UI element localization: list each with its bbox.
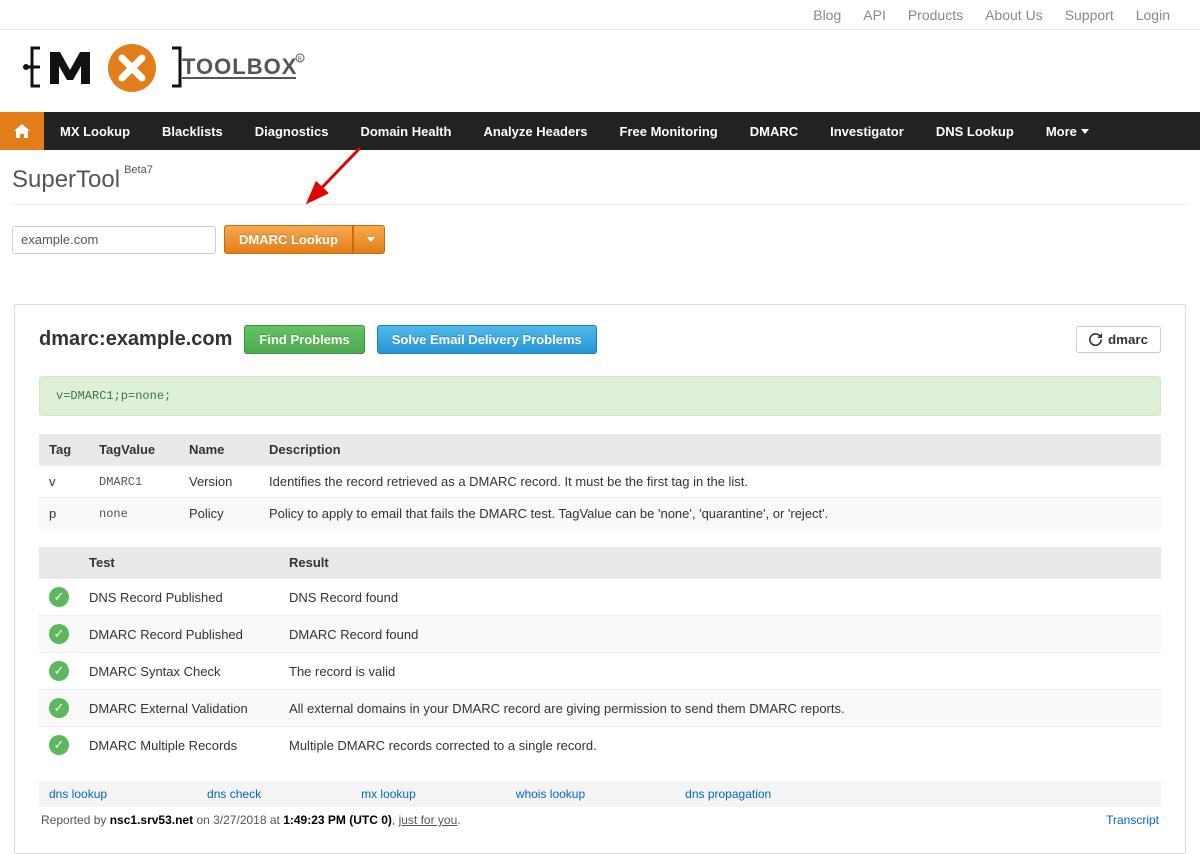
dmarc-record-box: v=DMARC1;p=none;: [39, 376, 1161, 416]
search-row: DMARC Lookup: [0, 215, 1200, 264]
link-dns-propagation[interactable]: dns propagation: [685, 787, 771, 801]
nav-dns-lookup[interactable]: DNS Lookup: [920, 112, 1030, 150]
nav-home-icon[interactable]: [0, 112, 44, 150]
th-status: [39, 547, 79, 579]
check-icon: ✓: [49, 735, 69, 755]
link-whois-lookup[interactable]: whois lookup: [516, 787, 585, 801]
refresh-label: dmarc: [1108, 332, 1148, 347]
page-title: SuperTool: [12, 166, 120, 194]
link-dns-lookup[interactable]: dns lookup: [49, 787, 107, 801]
tests-table: Test Result ✓DNS Record PublishedDNS Rec…: [39, 547, 1161, 763]
nav-investigator[interactable]: Investigator: [814, 112, 920, 150]
table-row: ✓DMARC External ValidationAll external d…: [39, 690, 1161, 727]
main-nav: MX Lookup Blacklists Diagnostics Domain …: [0, 112, 1200, 150]
lookup-dropdown-button[interactable]: [353, 225, 385, 254]
topnav-blog[interactable]: Blog: [813, 7, 841, 23]
check-icon: ✓: [49, 661, 69, 681]
th-name: Name: [179, 434, 259, 466]
nav-more-label: More: [1046, 124, 1077, 139]
link-dns-check[interactable]: dns check: [207, 787, 261, 801]
table-row: p none Policy Policy to apply to email t…: [39, 498, 1161, 530]
th-desc: Description: [259, 434, 1161, 466]
logo[interactable]: TOOLBOX R: [20, 38, 310, 100]
domain-input[interactable]: [12, 226, 216, 254]
report-time: 1:49:23 PM (UTC 0): [283, 813, 392, 827]
nav-more[interactable]: More: [1030, 112, 1105, 150]
table-row: ✓DMARC Syntax CheckThe record is valid: [39, 653, 1161, 690]
page-title-badge: Beta7: [124, 164, 153, 176]
report-footer: Reported by nsc1.srv53.net on 3/27/2018 …: [39, 807, 1161, 833]
find-problems-button[interactable]: Find Problems: [244, 325, 364, 354]
nav-free-monitoring[interactable]: Free Monitoring: [604, 112, 734, 150]
svg-text:R: R: [298, 57, 303, 63]
th-tag: Tag: [39, 434, 89, 466]
transcript-link[interactable]: Transcript: [1106, 813, 1159, 827]
solve-problems-button[interactable]: Solve Email Delivery Problems: [377, 325, 597, 354]
nav-blacklists[interactable]: Blacklists: [146, 112, 239, 150]
divider: [12, 204, 1188, 205]
link-mx-lookup[interactable]: mx lookup: [361, 787, 416, 801]
topnav-login[interactable]: Login: [1136, 7, 1170, 23]
topnav-products[interactable]: Products: [908, 7, 963, 23]
chevron-down-icon: [1081, 129, 1089, 134]
tags-table: Tag TagValue Name Description v DMARC1 V…: [39, 434, 1161, 529]
check-icon: ✓: [49, 698, 69, 718]
table-row: ✓DNS Record PublishedDNS Record found: [39, 579, 1161, 616]
svg-text:TOOLBOX: TOOLBOX: [182, 54, 297, 79]
refresh-icon: [1089, 333, 1102, 346]
topnav-about[interactable]: About Us: [985, 7, 1043, 23]
chevron-down-icon: [367, 237, 375, 242]
result-title: dmarc:example.com: [39, 328, 232, 351]
just-for-you-link[interactable]: just for you: [399, 813, 458, 827]
nav-analyze-headers[interactable]: Analyze Headers: [467, 112, 603, 150]
top-nav: Blog API Products About Us Support Login: [0, 0, 1200, 30]
table-row: ✓DMARC Record PublishedDMARC Record foun…: [39, 616, 1161, 653]
results-card: dmarc:example.com Find Problems Solve Em…: [14, 304, 1186, 854]
refresh-button[interactable]: dmarc: [1076, 326, 1161, 353]
check-icon: ✓: [49, 624, 69, 644]
nav-domain-health[interactable]: Domain Health: [344, 112, 467, 150]
lookup-button[interactable]: DMARC Lookup: [224, 225, 353, 254]
topnav-support[interactable]: Support: [1065, 7, 1114, 23]
th-test: Test: [79, 547, 279, 579]
page-title-bar: SuperTool Beta7: [0, 150, 1200, 204]
check-icon: ✓: [49, 587, 69, 607]
th-result: Result: [279, 547, 1161, 579]
th-tagvalue: TagValue: [89, 434, 179, 466]
quick-links-row: dns lookup dns check mx lookup whois loo…: [39, 781, 1161, 807]
report-server: nsc1.srv53.net: [110, 813, 193, 827]
topnav-api[interactable]: API: [863, 7, 886, 23]
nav-dmarc[interactable]: DMARC: [734, 112, 814, 150]
nav-diagnostics[interactable]: Diagnostics: [239, 112, 345, 150]
table-row: v DMARC1 Version Identifies the record r…: [39, 466, 1161, 498]
header: TOOLBOX R: [0, 30, 1200, 112]
table-row: ✓DMARC Multiple RecordsMultiple DMARC re…: [39, 727, 1161, 764]
nav-mx-lookup[interactable]: MX Lookup: [44, 112, 146, 150]
